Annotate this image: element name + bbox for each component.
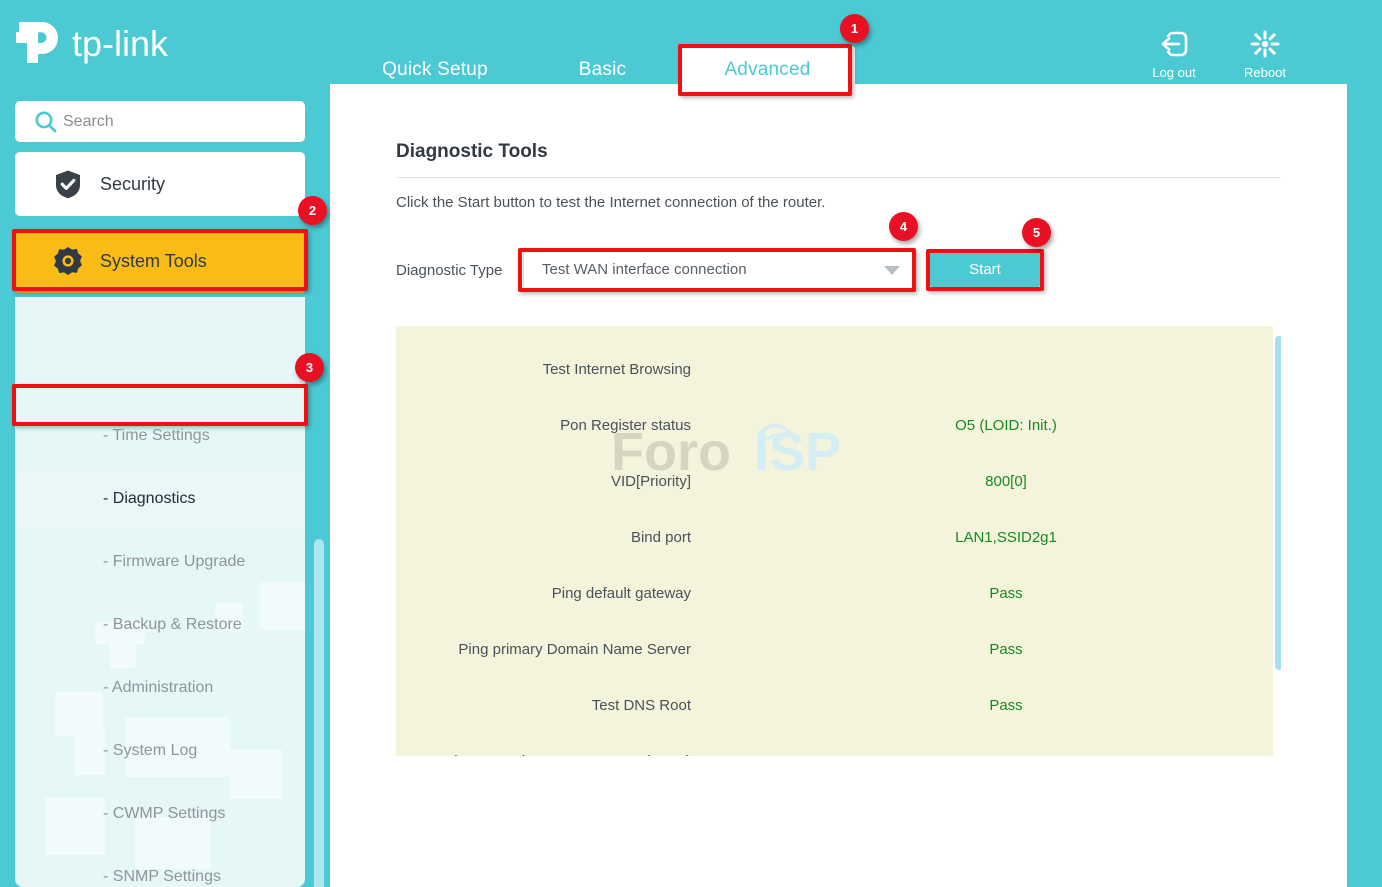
sidebar-item-diagnostics[interactable]: - Diagnostics xyxy=(15,467,305,530)
result-label: Test DNS Root xyxy=(591,697,691,714)
results-list: Test Internet Browsing Pon Register stat… xyxy=(396,326,1281,756)
result-row: Test DNS Root Pass xyxy=(396,678,1281,734)
sidebar-item-administration[interactable]: - Administration xyxy=(15,656,305,719)
result-row: Bind port LAN1,SSID2g1 xyxy=(396,510,1281,566)
result-row: Ping primary Domain Name Server Pass xyxy=(396,622,1281,678)
results-scrollbar-thumb[interactable] xyxy=(1275,336,1281,670)
reboot-label: Reboot xyxy=(1244,65,1286,80)
result-row: VID[Priority] 800[0] xyxy=(396,454,1281,510)
result-value: 800[0] xyxy=(985,473,1027,490)
result-value: Pass xyxy=(906,734,1106,756)
result-row: Pon Register status O5 (LOID: Init.) xyxy=(396,398,1281,454)
sidebar-item-system-log[interactable]: - System Log xyxy=(15,719,305,782)
diagnostic-type-value: Test WAN interface connection xyxy=(542,261,747,278)
sidebar-submenu: - Time Settings - Diagnostics - Firmware… xyxy=(15,297,305,887)
app-header: tp-link Quick Setup Basic Advanced Log o… xyxy=(0,0,1382,96)
result-label: Ping primary Domain Name Server xyxy=(458,641,691,658)
result-row: Network Connection Status Inspect (NCSI)… xyxy=(396,734,1281,756)
main-content: Diagnostic Tools Click the Start button … xyxy=(330,84,1347,887)
search-icon xyxy=(33,110,59,139)
tp-link-logo: tp-link xyxy=(14,14,204,66)
result-row: Ping default gateway Pass xyxy=(396,566,1281,622)
sidebar-item-security[interactable]: Security xyxy=(15,152,305,216)
page-title: Diagnostic Tools xyxy=(396,141,548,162)
gear-icon xyxy=(53,246,83,276)
sidebar-item-system-tools-label: System Tools xyxy=(100,251,207,271)
reboot-button[interactable]: Reboot xyxy=(1225,30,1305,80)
diagnostic-type-label: Diagnostic Type xyxy=(396,262,503,279)
result-value: Pass xyxy=(989,641,1023,658)
diagnostic-results-panel: Foro ISP Test Internet Browsing Pon Regi… xyxy=(396,326,1281,756)
reboot-icon xyxy=(1225,30,1305,60)
result-label: Network Connection Status Inspect (NCSI) xyxy=(396,734,691,756)
result-label: Pon Register status xyxy=(560,417,691,434)
diagnostic-type-select[interactable]: Test WAN interface connection xyxy=(523,249,913,289)
sidebar-item-snmp-settings[interactable]: - SNMP Settings xyxy=(15,845,305,887)
brand-name: tp-link xyxy=(72,23,169,64)
result-value: Pass xyxy=(989,697,1023,714)
router-admin-page: tp-link Quick Setup Basic Advanced Log o… xyxy=(0,0,1382,887)
sidebar-item-backup-restore[interactable]: - Backup & Restore xyxy=(15,593,305,656)
search-box[interactable] xyxy=(15,101,305,142)
result-value: O5 (LOID: Init.) xyxy=(955,417,1057,434)
result-value: LAN1,SSID2g1 xyxy=(955,529,1057,546)
title-divider xyxy=(396,177,1281,178)
page-description: Click the Start button to test the Inter… xyxy=(396,194,826,211)
logout-button[interactable]: Log out xyxy=(1134,30,1214,80)
result-row: Test Internet Browsing xyxy=(396,342,1281,398)
result-label: Bind port xyxy=(630,529,691,546)
sidebar-item-time-settings[interactable]: - Time Settings xyxy=(15,404,305,467)
logout-label: Log out xyxy=(1152,65,1196,80)
sidebar-item-firmware-upgrade[interactable]: - Firmware Upgrade xyxy=(15,530,305,593)
result-value: Pass xyxy=(989,585,1023,602)
result-label: Ping default gateway xyxy=(551,585,691,602)
start-button[interactable]: Start xyxy=(930,251,1040,287)
search-input[interactable] xyxy=(63,101,295,142)
sidebar-item-system-tools[interactable]: System Tools xyxy=(15,229,305,293)
result-label: Test Internet Browsing xyxy=(542,361,691,378)
sidebar: Security System Tools - xyxy=(0,96,330,887)
sidebar-scrollbar-thumb[interactable] xyxy=(314,539,324,887)
shield-icon xyxy=(53,169,83,199)
result-label: VID[Priority] xyxy=(610,473,691,490)
logout-icon xyxy=(1134,30,1214,60)
sidebar-item-security-label: Security xyxy=(100,174,166,194)
chevron-down-icon xyxy=(884,266,900,275)
sidebar-item-cwmp-settings[interactable]: - CWMP Settings xyxy=(15,782,305,845)
